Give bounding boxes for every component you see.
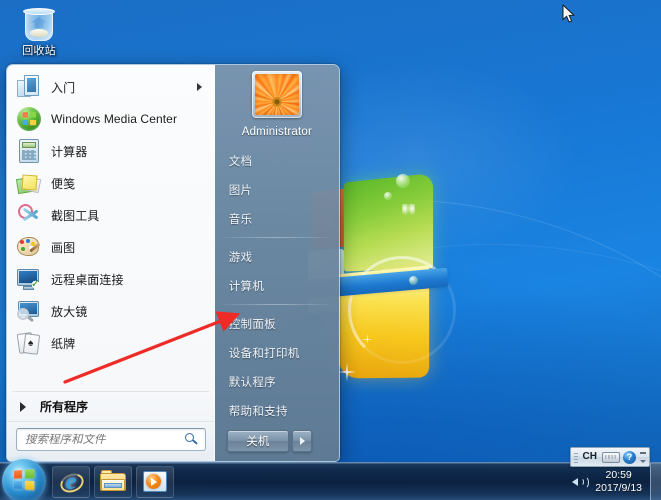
chevron-right-icon (196, 83, 202, 91)
search-input[interactable] (17, 433, 205, 446)
all-programs-button[interactable]: 所有程序 (12, 391, 209, 421)
file-explorer-icon (100, 469, 126, 492)
search-icon (183, 432, 199, 448)
place-item-label: 音乐 (228, 213, 253, 226)
system-tray: 20:59 2017/9/13 (571, 463, 661, 500)
mouse-cursor-icon (562, 4, 576, 23)
program-item-paint[interactable]: 画图 (12, 231, 210, 263)
solitaire-icon: ♠ (16, 330, 42, 356)
place-item-label: 帮助和支持 (228, 405, 288, 418)
shutdown-label: 关机 (246, 436, 270, 449)
program-item-label: 计算器 (51, 144, 88, 159)
place-item-label: 文档 (228, 155, 253, 168)
chevron-right-icon (300, 437, 306, 446)
windows-media-player-icon (143, 471, 167, 492)
start-menu-left-panel: 入门 Windows Media Center 计算器 便笺 截图工具 画图 ✓… (7, 65, 215, 461)
program-item-sticky-notes[interactable]: 便笺 (12, 167, 210, 199)
program-item-remote-desktop[interactable]: ✓ 远程桌面连接 (12, 263, 210, 295)
taskbar-item-windows-media-player[interactable] (136, 465, 174, 498)
program-item-label: 画图 (51, 240, 76, 255)
program-item-label: 远程桌面连接 (51, 272, 124, 287)
clock-time: 20:59 (605, 469, 632, 481)
start-menu: 入门 Windows Media Center 计算器 便笺 截图工具 画图 ✓… (6, 64, 340, 462)
search-area (7, 421, 214, 461)
taskbar-item-internet-explorer[interactable]: e (52, 465, 90, 498)
places-group-system: 游戏 计算机 (215, 242, 339, 300)
magnifier-icon (16, 298, 42, 324)
divider (222, 237, 329, 239)
desktop-icon-recycle-bin[interactable]: 回收站 (8, 6, 70, 58)
place-item-label: 计算机 (228, 280, 265, 293)
search-box[interactable] (16, 428, 206, 451)
calculator-icon (16, 138, 42, 164)
program-item-label: Windows Media Center (51, 112, 178, 126)
windows-start-orb-icon (13, 469, 35, 491)
place-item-help-and-support[interactable]: 帮助和支持 (215, 396, 339, 425)
program-list: 入门 Windows Media Center 计算器 便笺 截图工具 画图 ✓… (7, 65, 214, 391)
clock-date: 2017/9/13 (595, 482, 642, 494)
program-item-label: 截图工具 (51, 208, 100, 223)
taskbar: e 20:59 2017/9/13 CH ? (0, 447, 661, 500)
volume-icon[interactable] (571, 474, 590, 490)
windows-logo-wallpaper-icon (303, 173, 456, 381)
language-mode-label: CH (582, 451, 597, 462)
program-item-getting-started[interactable]: 入门 (12, 71, 210, 103)
start-menu-right-panel: Administrator 文档 图片 音乐 游戏 计算机 控制面板 设备和打印… (214, 65, 339, 461)
sticky-notes-icon (15, 170, 42, 196)
avatar[interactable] (251, 71, 302, 119)
program-item-windows-media-center[interactable]: Windows Media Center (12, 103, 210, 135)
show-desktop-button[interactable] (650, 463, 661, 500)
drag-handle-icon[interactable] (573, 451, 578, 463)
help-icon[interactable]: ? (623, 450, 636, 464)
place-item-music[interactable]: 音乐 (215, 204, 339, 233)
internet-explorer-ring-icon (57, 469, 87, 496)
taskbar-item-file-explorer[interactable] (94, 465, 132, 498)
place-item-label: 游戏 (228, 251, 253, 264)
program-item-label: 放大镜 (51, 304, 88, 319)
shutdown-button[interactable]: 关机 (226, 430, 289, 453)
place-item-computer[interactable]: 计算机 (215, 271, 339, 300)
remote-desktop-icon: ✓ (16, 266, 42, 292)
program-item-calculator[interactable]: 计算器 (12, 135, 210, 167)
language-bar[interactable]: CH ? (569, 447, 650, 467)
divider (222, 304, 329, 306)
places-group-settings: 控制面板 设备和打印机 默认程序 帮助和支持 (215, 309, 339, 425)
desktop-screen: 回收站 入门 Windows Media Center 计算器 便笺 截图工具 … (0, 0, 661, 500)
places-group-personal: 文档 图片 音乐 (215, 146, 339, 233)
username-label: Administrator (241, 126, 313, 139)
place-item-label: 图片 (228, 184, 253, 197)
recycle-bin-icon (22, 6, 56, 42)
desktop-icon-label: 回收站 (22, 45, 56, 57)
program-item-snipping-tool[interactable]: 截图工具 (12, 199, 210, 231)
place-item-documents[interactable]: 文档 (215, 146, 339, 175)
shutdown-options-button[interactable] (291, 430, 312, 453)
place-item-label: 控制面板 (228, 318, 276, 331)
program-item-solitaire[interactable]: ♠ 纸牌 (12, 327, 210, 359)
flower-avatar-icon (254, 74, 299, 116)
place-item-label: 默认程序 (228, 376, 276, 389)
keyboard-icon[interactable] (602, 451, 620, 463)
program-item-label: 便笺 (51, 176, 76, 191)
place-item-label: 设备和打印机 (228, 347, 300, 360)
program-item-label: 纸牌 (51, 336, 76, 351)
place-item-pictures[interactable]: 图片 (215, 175, 339, 204)
start-button[interactable] (2, 459, 46, 500)
chevron-right-icon (20, 401, 26, 412)
place-item-devices-and-printers[interactable]: 设备和打印机 (215, 338, 339, 367)
program-item-label: 入门 (51, 80, 76, 95)
shutdown-row: 关机 (215, 425, 339, 461)
place-item-games[interactable]: 游戏 (215, 242, 339, 271)
place-item-default-programs[interactable]: 默认程序 (215, 367, 339, 396)
program-item-magnifier[interactable]: 放大镜 (12, 295, 210, 327)
clock[interactable]: 20:59 2017/9/13 (591, 469, 650, 495)
windows-media-center-icon (16, 106, 42, 132)
place-item-control-panel[interactable]: 控制面板 (215, 309, 339, 338)
lang-options-icon[interactable] (639, 451, 646, 464)
getting-started-icon (16, 74, 42, 100)
paint-icon (16, 234, 42, 260)
all-programs-label: 所有程序 (40, 400, 89, 414)
snipping-tool-icon (15, 201, 42, 228)
